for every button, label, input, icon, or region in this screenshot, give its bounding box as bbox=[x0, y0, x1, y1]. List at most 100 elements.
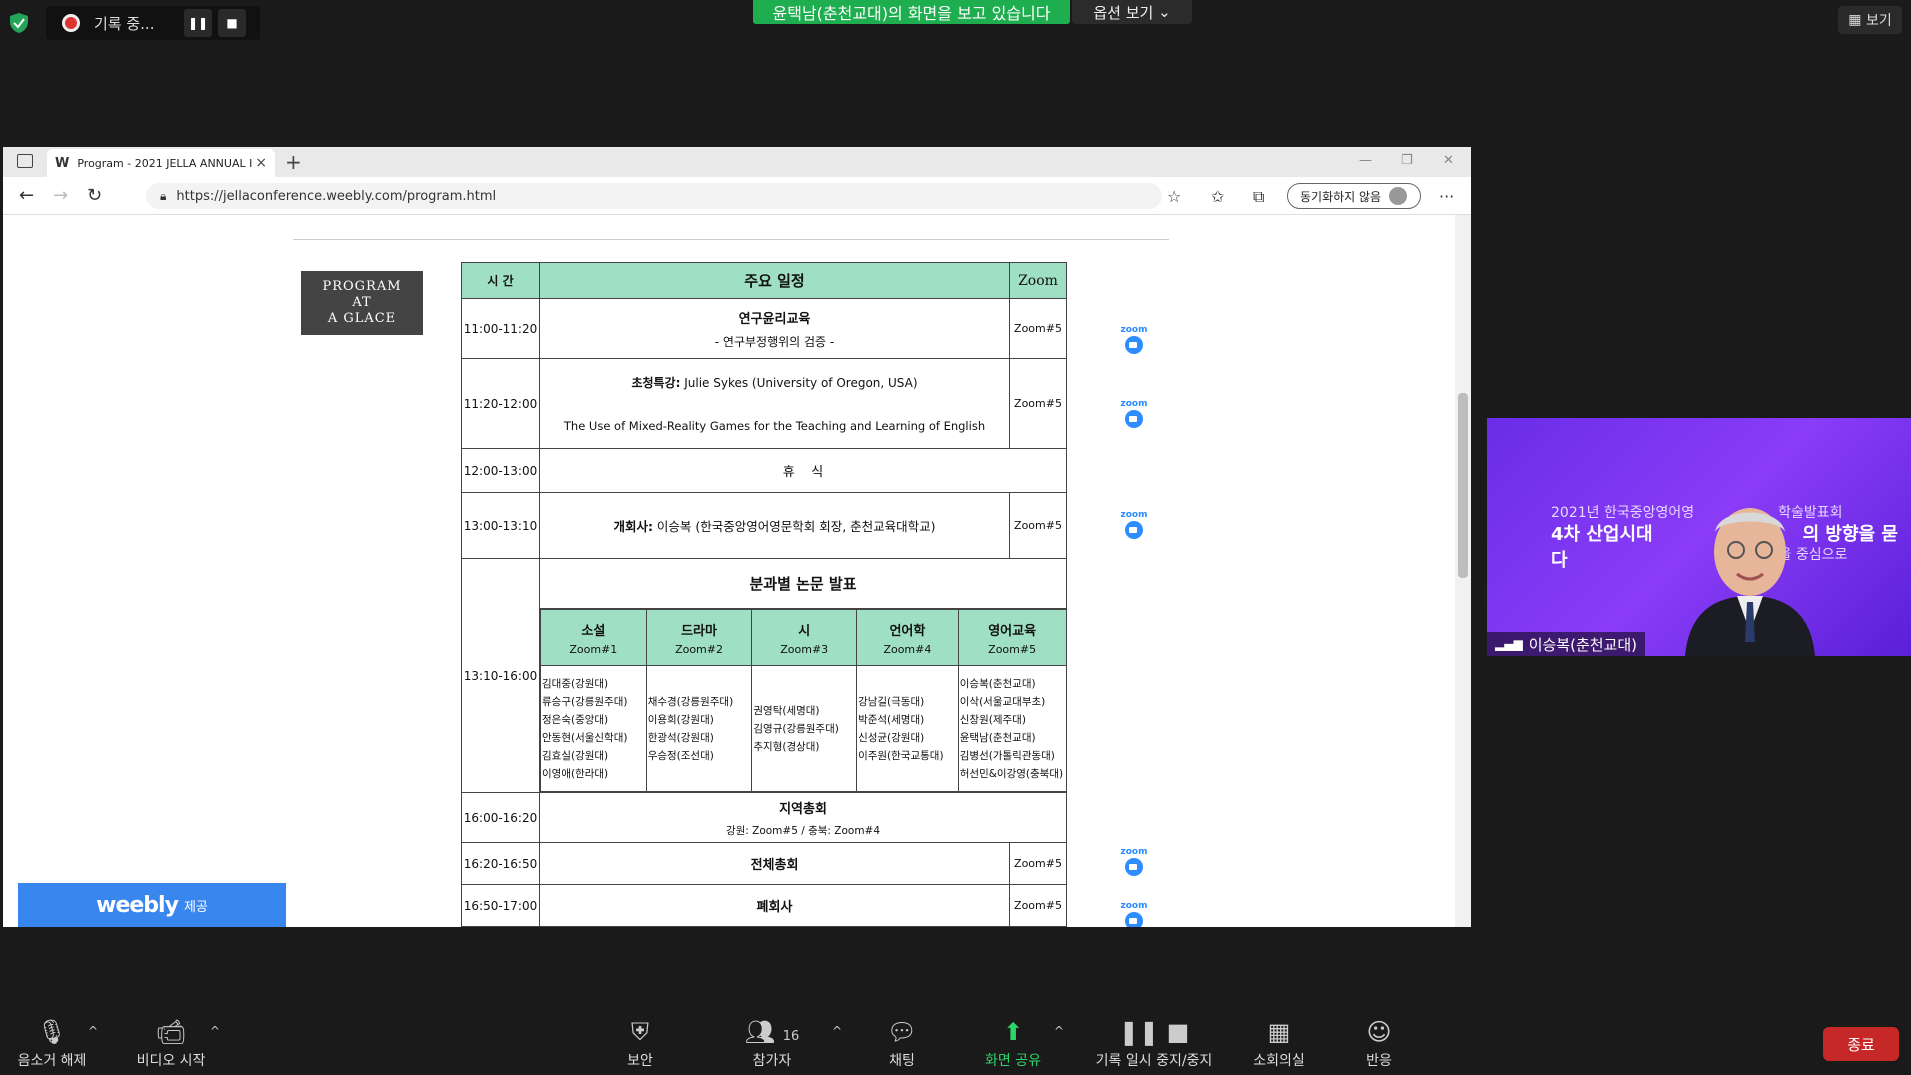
forward-icon[interactable]: → bbox=[53, 185, 68, 206]
security-button[interactable]: ⛨ 보안 bbox=[610, 1018, 670, 1070]
sync-profile-button[interactable]: 동기화하지 않음 bbox=[1287, 183, 1421, 209]
collections-icon[interactable]: ⧉ bbox=[1253, 187, 1264, 207]
breakout-label: 소회의실 bbox=[1253, 1053, 1305, 1069]
schedule-item: 연구윤리교육 - 연구부정행위의 검증 - bbox=[539, 298, 1010, 359]
browser-tab[interactable]: W Program - 2021 JELLA ANNUAL I × bbox=[47, 149, 275, 177]
participants-button[interactable]: 👥︎ 16 참가자 bbox=[742, 1018, 802, 1070]
pause-recording-button[interactable]: ❚❚ bbox=[184, 9, 212, 37]
item-title-rest: 이승복 (한국중앙영어영문학회 회장, 춘천교육대학교) bbox=[652, 519, 936, 534]
close-window-icon[interactable]: ✕ bbox=[1443, 153, 1454, 168]
breakout-rooms-icon: ▦ bbox=[1267, 1018, 1291, 1046]
favorites-icon[interactable]: ✩ bbox=[1211, 187, 1224, 206]
session-zoom: Zoom#3 bbox=[780, 642, 829, 656]
unmute-button[interactable]: 🎙︎ 음소거 해제 bbox=[8, 1018, 96, 1070]
scroll-thumb[interactable] bbox=[1458, 393, 1468, 578]
video-options-chevron-icon[interactable]: ^ bbox=[210, 1024, 220, 1038]
breakout-rooms-button[interactable]: ▦ 소회의실 bbox=[1246, 1018, 1312, 1070]
participant-video-tile[interactable]: 2021년 한국중앙영어영 학술발표회 4차 산업시대 의 방향을 묻다 영어교육을… bbox=[1487, 418, 1911, 656]
time-cell: 16:00-16:20 bbox=[461, 792, 540, 843]
zoom-header: Zoom bbox=[1009, 262, 1067, 299]
vertical-tabs-icon[interactable] bbox=[17, 154, 33, 168]
schedule-item: 지역총회 강원: Zoom#5 / 충북: Zoom#4 bbox=[539, 792, 1067, 843]
url-field[interactable]: 🔒︎ https://jellaconference.weebly.com/pr… bbox=[146, 183, 1162, 209]
session-name: 언어학 bbox=[889, 623, 926, 639]
reaction-icon: ☺ bbox=[1366, 1018, 1392, 1046]
session-people: 김대중(강원대) 류승구(강릉원주대) 정은숙(중앙대) 안동현(서울신학대) … bbox=[540, 665, 647, 792]
view-button[interactable]: ▦ 보기 bbox=[1838, 6, 1902, 34]
zoom-logo-text: zoom bbox=[1120, 510, 1148, 520]
zoom-link-icon[interactable]: zoom bbox=[1118, 325, 1150, 358]
close-tab-icon[interactable]: × bbox=[255, 155, 267, 171]
participant-count: 16 bbox=[782, 1029, 800, 1044]
zoom-link-icon[interactable]: zoom bbox=[1118, 901, 1150, 927]
url-text: https://jellaconference.weebly.com/progr… bbox=[176, 188, 497, 204]
muted-microphone-icon: 🎙︎ bbox=[36, 1018, 68, 1046]
start-video-button[interactable]: 📹︎ 비디오 시작 bbox=[124, 1018, 218, 1070]
lock-icon[interactable]: 🔒︎ bbox=[160, 189, 166, 204]
zoom-logo-text: zoom bbox=[1120, 901, 1148, 911]
view-options-button[interactable]: 옵션 보기 ⌄ bbox=[1072, 0, 1192, 24]
reactions-button[interactable]: ☺ 반응 bbox=[1356, 1018, 1402, 1070]
glance-line: A GLACE bbox=[327, 311, 397, 326]
presenter: 이영애(한라대) bbox=[542, 767, 609, 780]
session-header: 언어학 Zoom#4 bbox=[856, 609, 959, 666]
session-name: 영어교육 bbox=[988, 623, 1037, 639]
presenter: 권영탁(세명대) bbox=[753, 704, 820, 717]
refresh-icon[interactable]: ↻ bbox=[87, 185, 102, 206]
unmute-label: 음소거 해제 bbox=[17, 1053, 87, 1069]
weebly-badge[interactable]: weebly 제공 bbox=[18, 883, 286, 927]
minimize-icon[interactable]: — bbox=[1359, 153, 1372, 168]
add-favorite-icon[interactable]: ☆ bbox=[1167, 187, 1181, 206]
time-header: 시 간 bbox=[461, 262, 540, 299]
time-cell: 13:00-13:10 bbox=[461, 492, 540, 559]
more-menu-icon[interactable]: ··· bbox=[1439, 187, 1454, 206]
presenter: 윤택남(춘천교대) bbox=[959, 731, 1036, 744]
grid-icon: ▦ bbox=[1848, 12, 1862, 28]
share-screen-icon: ⬆ bbox=[1002, 1018, 1024, 1046]
zoom-link-icon[interactable]: zoom bbox=[1118, 399, 1150, 432]
tab-title: Program - 2021 JELLA ANNUAL I bbox=[77, 156, 253, 170]
share-screen-button[interactable]: ⬆ 화면 공유 bbox=[976, 1018, 1050, 1070]
sync-label: 동기화하지 않음 bbox=[1300, 189, 1382, 204]
zoom-camera-icon bbox=[1125, 912, 1143, 927]
zoom-link-icon[interactable]: zoom bbox=[1118, 847, 1150, 880]
viewing-banner: 윤택남(춘천교대)의 화면을 보고 있습니다 bbox=[753, 0, 1070, 24]
zoom-camera-icon bbox=[1125, 410, 1143, 428]
pause-stop-recording-button[interactable]: ❚❚ ■ 기록 일시 중지/중지 bbox=[1084, 1018, 1224, 1070]
share-options-chevron-icon[interactable]: ^ bbox=[1054, 1024, 1064, 1038]
end-meeting-button[interactable]: 종료 bbox=[1823, 1027, 1899, 1061]
new-tab-icon[interactable]: + bbox=[285, 150, 302, 174]
audio-options-chevron-icon[interactable]: ^ bbox=[88, 1024, 98, 1038]
participants-options-chevron-icon[interactable]: ^ bbox=[832, 1024, 842, 1038]
presenter: 추지형(경상대) bbox=[753, 740, 820, 753]
session-people: 권영탁(세명대) 김영규(강릉원주대) 추지형(경상대) bbox=[751, 665, 858, 792]
stop-recording-button[interactable]: ■ bbox=[218, 9, 246, 37]
item-title: 휴 식 bbox=[539, 448, 1067, 493]
presenter: 강남길(극동대) bbox=[858, 695, 925, 708]
session-title: 분과별 논문 발표 bbox=[539, 558, 1067, 609]
presenter: 정은숙(중앙대) bbox=[542, 713, 609, 726]
program-at-a-glance-box: PROGRAM AT A GLACE bbox=[301, 271, 423, 335]
speaker-video bbox=[1685, 508, 1815, 656]
schedule-table: 시 간 주요 일정 Zoom 11:00-11:20 연구윤리교육 - 연구부정… bbox=[461, 262, 1067, 927]
item-title-rest: Julie Sykes (University of Oregon, USA) bbox=[680, 376, 918, 390]
restore-icon[interactable]: ❐ bbox=[1401, 153, 1413, 168]
chat-button[interactable]: 💬︎ 채팅 bbox=[874, 1018, 930, 1070]
item-title: 연구윤리교육 bbox=[738, 311, 811, 327]
zoom-room: Zoom#5 bbox=[1009, 842, 1067, 885]
back-icon[interactable]: ← bbox=[19, 185, 34, 206]
presenter: 신창원(제주대) bbox=[959, 713, 1026, 726]
zoom-room: Zoom#5 bbox=[1009, 492, 1067, 559]
time-cell: 13:10-16:00 bbox=[461, 558, 540, 793]
video-off-icon: 📹︎ bbox=[155, 1018, 187, 1046]
recording-label: 기록 중... bbox=[94, 14, 155, 33]
meeting-toolbar: 🎙︎ 음소거 해제 ^ 📹︎ 비디오 시작 ^ ⛨ 보안 👥︎ 16 참가자 ^ 💬︎ 채… bbox=[0, 1010, 1911, 1075]
weebly-logo: weebly bbox=[96, 892, 179, 918]
security-shield-icon[interactable] bbox=[8, 12, 30, 34]
zoom-link-icon[interactable]: zoom bbox=[1118, 510, 1150, 543]
page-scrollbar[interactable] bbox=[1455, 215, 1471, 927]
signal-bars-icon: ▂▄▆ bbox=[1495, 637, 1523, 651]
chat-label: 채팅 bbox=[889, 1053, 915, 1069]
item-subtitle: 강원: Zoom#5 / 충북: Zoom#4 bbox=[725, 824, 881, 837]
banner-text: 2021년 한국중앙영어영 bbox=[1551, 505, 1695, 521]
